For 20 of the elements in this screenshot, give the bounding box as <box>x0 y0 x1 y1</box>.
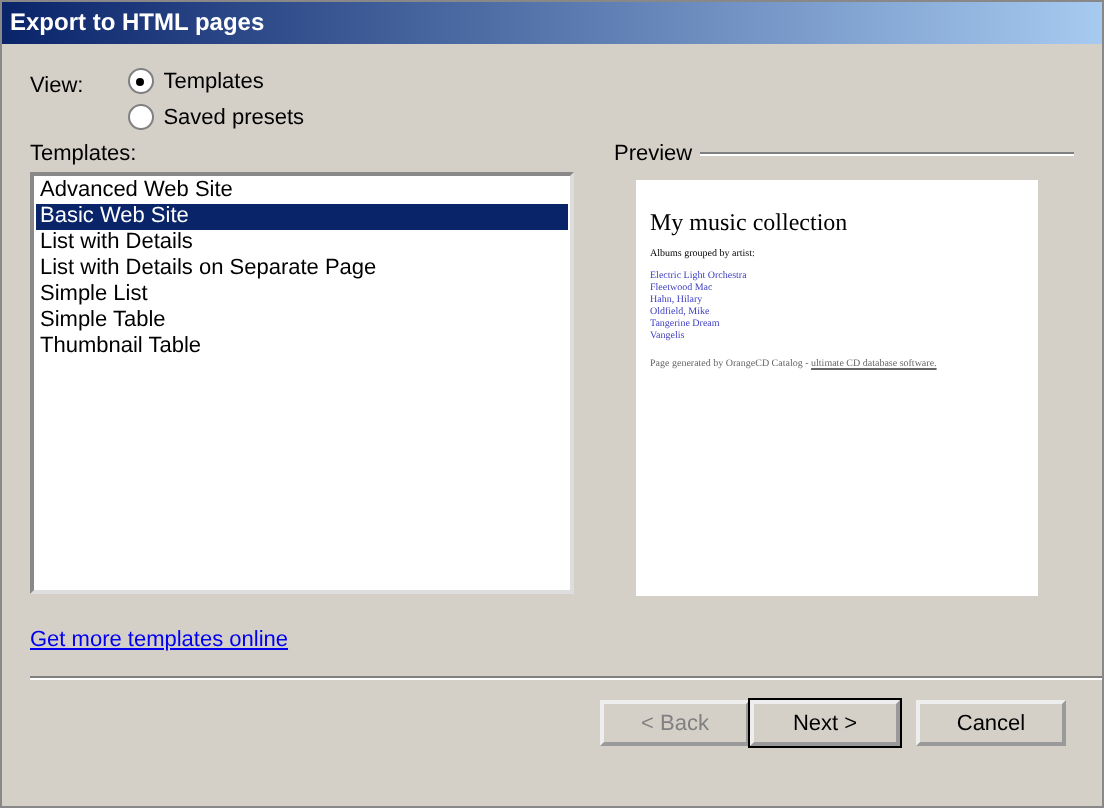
list-item[interactable]: Simple List <box>36 282 568 308</box>
view-label: View: <box>30 72 84 102</box>
templates-online-link[interactable]: Get more templates online <box>30 628 289 652</box>
templates-label: Templates: <box>30 142 139 166</box>
wizard-button[interactable]: Cancel <box>916 700 1066 746</box>
preview-heading: My music collection <box>650 208 850 238</box>
radio-icon[interactable] <box>127 104 154 130</box>
wizard-button[interactable]: Next > <box>750 700 900 746</box>
list-item[interactable]: Thumbnail Table <box>36 334 568 360</box>
list-item[interactable]: List with Details <box>36 230 568 256</box>
list-item[interactable]: Simple Table <box>36 308 568 334</box>
window-title: Export to HTML pages <box>2 2 1102 44</box>
list-item[interactable]: Basic Web Site <box>36 204 568 230</box>
list-item[interactable]: Advanced Web Site <box>36 178 568 204</box>
radio-option[interactable]: Saved presets <box>127 104 305 130</box>
radio-option[interactable]: Templates <box>127 68 305 94</box>
preview-label: Preview <box>614 142 693 166</box>
radio-icon[interactable] <box>127 68 154 94</box>
templates-list[interactable]: Advanced Web Site Basic Web Site List with Details List with Details on Separate Page Simple List Simple Table Thumbnail Table <box>30 172 574 594</box>
list-item[interactable]: List with Details on Separate Page <box>36 256 568 282</box>
